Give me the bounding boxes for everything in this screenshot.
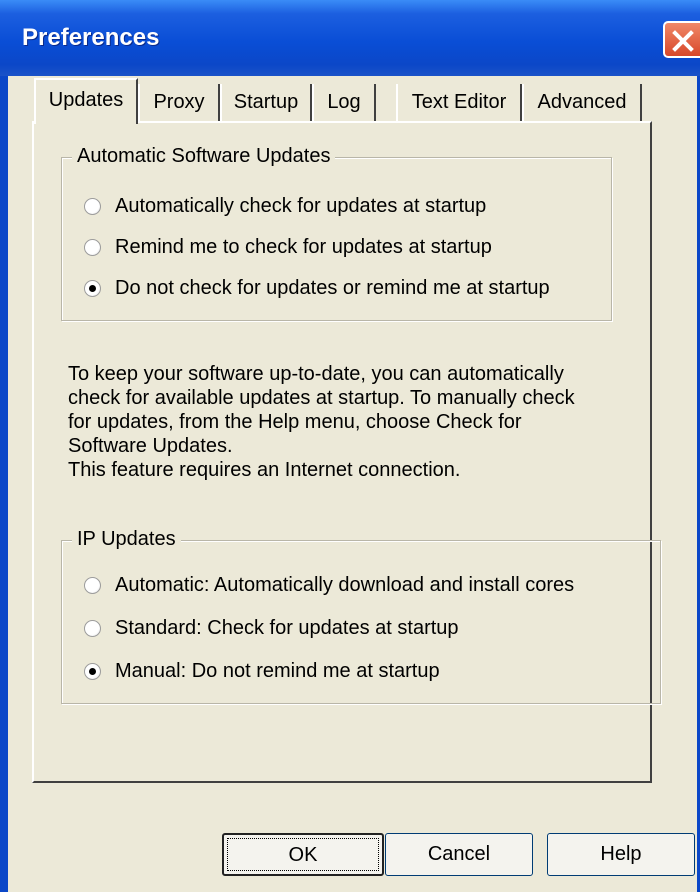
radio-label: Remind me to check for updates at startu… — [115, 235, 492, 258]
title-bar[interactable]: Preferences — [0, 0, 700, 76]
info-text: To keep your software up-to-date, you ca… — [68, 362, 648, 482]
radio-label: Automatically check for updates at start… — [115, 194, 487, 217]
radio-ip-manual[interactable]: Manual: Do not remind me at startup — [84, 657, 440, 685]
info-line: To keep your software up-to-date, you ca… — [68, 363, 564, 385]
radio-label: Standard: Check for updates at startup — [115, 616, 459, 639]
cancel-button[interactable]: Cancel — [385, 833, 533, 876]
radio-auto-check[interactable]: Automatically check for updates at start… — [84, 192, 486, 220]
close-button[interactable] — [663, 21, 700, 58]
radio-label: Manual: Do not remind me at startup — [115, 659, 440, 682]
radio-button[interactable] — [84, 197, 101, 215]
window-frame-left — [0, 76, 8, 892]
radio-button-checked[interactable] — [84, 662, 101, 680]
group-legend: Automatic Software Updates — [72, 145, 336, 168]
radio-ip-standard[interactable]: Standard: Check for updates at startup — [84, 614, 459, 642]
radio-no-check[interactable]: Do not check for updates or remind me at… — [84, 274, 550, 302]
tab-startup[interactable]: Startup — [220, 84, 312, 122]
tab-updates[interactable]: Updates — [34, 78, 138, 124]
radio-button[interactable] — [84, 238, 101, 256]
window-title: Preferences — [22, 24, 160, 51]
tab-text-editor[interactable]: Text Editor — [396, 84, 522, 122]
info-line: This feature requires an Internet connec… — [68, 459, 461, 481]
tab-advanced[interactable]: Advanced — [522, 84, 642, 122]
radio-button[interactable] — [84, 619, 101, 637]
radio-button-checked[interactable] — [84, 279, 101, 297]
radio-remind-check[interactable]: Remind me to check for updates at startu… — [84, 233, 492, 261]
info-line: for updates, from the Help menu, choose … — [68, 411, 522, 433]
radio-button[interactable] — [84, 576, 101, 594]
radio-ip-automatic[interactable]: Automatic: Automatically download and in… — [84, 571, 574, 599]
group-legend: IP Updates — [72, 528, 181, 551]
preferences-dialog: Preferences Updates Proxy Startup Log Te… — [0, 0, 700, 892]
info-line: Software Updates. — [68, 435, 233, 457]
ip-updates-group: IP Updates Automatic: Automatically down… — [61, 528, 661, 704]
radio-label: Automatic: Automatically download and in… — [115, 573, 575, 596]
automatic-software-updates-group: Automatic Software Updates Automatically… — [61, 145, 612, 321]
radio-label: Do not check for updates or remind me at… — [115, 276, 550, 299]
close-icon — [672, 30, 694, 52]
tab-log[interactable]: Log — [312, 84, 376, 122]
info-line: check for available updates at startup. … — [68, 387, 575, 409]
help-button[interactable]: Help — [547, 833, 695, 876]
tab-proxy[interactable]: Proxy — [138, 84, 220, 122]
ok-button[interactable]: OK — [222, 833, 384, 876]
